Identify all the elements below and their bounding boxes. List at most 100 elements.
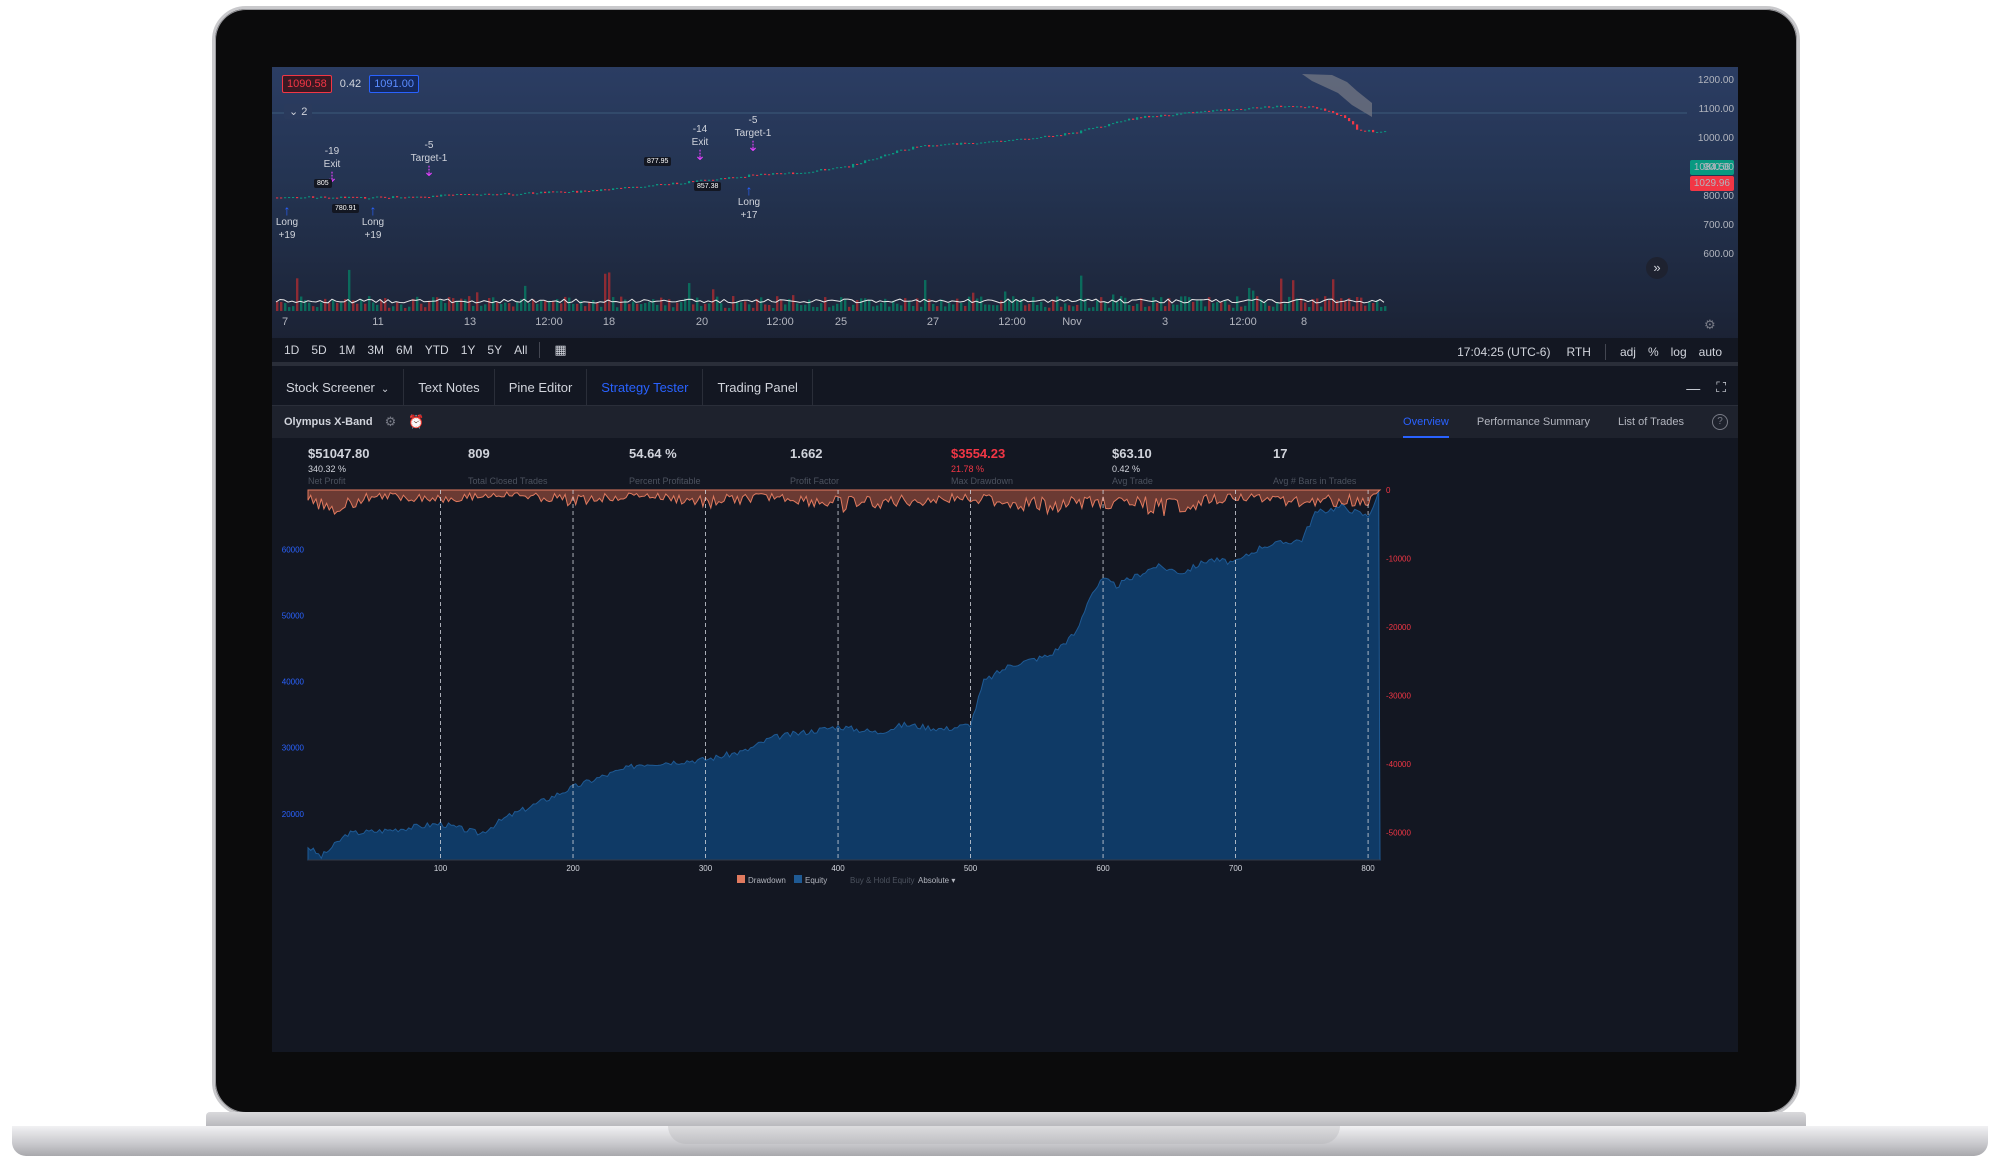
candle [420, 196, 423, 198]
session-button[interactable]: RTH [1560, 345, 1596, 359]
strategy-name[interactable]: Olympus X-Band [272, 416, 373, 428]
range-button[interactable]: 1Y [455, 343, 482, 357]
candle [372, 197, 375, 199]
panel-tab[interactable]: Stock Screener ⌄ [272, 368, 405, 406]
scale-button[interactable]: log [1665, 345, 1693, 359]
alert-clock-icon[interactable]: ⏰ [408, 414, 424, 430]
candle [564, 191, 567, 193]
candle [556, 191, 559, 193]
volume-bar [828, 307, 831, 311]
price-chart-pane[interactable]: 1090.58 0.42 1091.00 ⌄ 2 ↑ Long +19 -19 Exit… [272, 67, 1738, 343]
volume-bar [976, 298, 979, 311]
candle [304, 197, 307, 199]
candle [608, 189, 611, 191]
panel-tab[interactable]: Strategy Tester [587, 368, 704, 406]
bid-ask-box: 1090.58 0.42 1091.00 [282, 75, 419, 93]
range-button[interactable]: 5D [305, 343, 332, 357]
low-price-tag: 1029.96 [1689, 176, 1734, 191]
volume-bar [1236, 296, 1239, 311]
volume-bar [424, 307, 427, 311]
candle [1384, 131, 1387, 133]
candle [1224, 109, 1227, 111]
price-axis[interactable]: 1084.56 1029.96 1200.00 1100.00 1000.00 900… [1687, 67, 1738, 343]
candle [900, 149, 903, 151]
candle [476, 194, 479, 196]
strategy-tab[interactable]: List of Trades [1618, 406, 1684, 438]
annotation-text: -5 [748, 115, 758, 126]
equity-legend-label[interactable]: Equity [805, 876, 827, 885]
trade-annotation-sell[interactable]: -19 Exit ⇣ [324, 145, 341, 184]
volume-bar [1036, 305, 1039, 311]
absolute-mode-dropdown[interactable]: Absolute ▾ [918, 876, 955, 885]
ask-price[interactable]: 1091.00 [369, 75, 419, 93]
metric-label: Avg # Bars in Trades [1273, 476, 1357, 486]
time-axis[interactable]: 7 11 13 12:00 18 20 12:00 25 27 12:00 Nov 3 12:00 8 [272, 316, 1687, 334]
collapse-indicators-button[interactable]: ⌄ 2 [284, 104, 313, 119]
candle [772, 173, 775, 175]
candle [480, 194, 483, 196]
settings-icon[interactable]: ⚙ [385, 414, 397, 430]
drawdown-legend-swatch[interactable] [737, 875, 745, 883]
trade-annotation-sell[interactable]: -5 Target-1 ⇣ [411, 139, 448, 178]
panel-tab[interactable]: Trading Panel [703, 368, 813, 406]
scale-button[interactable]: auto [1693, 345, 1728, 359]
candle [800, 172, 803, 174]
candle [572, 190, 575, 192]
range-button[interactable]: All [508, 343, 533, 357]
candle [852, 163, 855, 168]
bid-price[interactable]: 1090.58 [282, 75, 332, 93]
candle [1160, 114, 1163, 117]
range-button[interactable]: 5Y [481, 343, 508, 357]
candle [516, 194, 519, 196]
volume-bar [776, 296, 779, 311]
volume-bar [648, 301, 651, 311]
range-button[interactable]: 1D [278, 343, 305, 357]
volume-bar [888, 306, 891, 311]
help-icon[interactable]: ? [1712, 414, 1728, 430]
candle [1032, 138, 1035, 140]
volume-bar [552, 301, 555, 311]
clock[interactable]: 17:04:25 (UTC-6) [1449, 345, 1558, 359]
range-button[interactable]: 6M [390, 343, 419, 357]
trade-annotation-sell[interactable]: -14 Exit ⇣ [692, 123, 709, 162]
trade-annotation-sell[interactable]: -5 Target-1 ⇣ [735, 114, 772, 153]
scroll-to-realtime-icon[interactable]: » [1646, 257, 1668, 279]
scale-button[interactable]: % [1642, 345, 1665, 359]
calendar-icon[interactable]: ▦ [546, 342, 574, 358]
trade-annotation-buy[interactable]: ↑ Long +19 [362, 203, 384, 242]
y-left-tick-label: 40000 [282, 678, 305, 687]
toolbar-divider [539, 342, 541, 358]
strategy-tab[interactable]: Performance Summary [1477, 406, 1590, 438]
candle [972, 143, 975, 145]
volume-bar [1300, 298, 1303, 311]
volume-bar [328, 302, 331, 311]
trade-annotation-buy[interactable]: ↑ Long +17 [738, 183, 760, 222]
panel-tab[interactable]: Text Notes [404, 368, 495, 406]
maximize-panel-icon[interactable]: ⛶ [1716, 379, 1726, 396]
candle [1152, 116, 1155, 118]
equity-legend-swatch[interactable] [794, 875, 802, 883]
range-button[interactable]: 3M [361, 343, 390, 357]
panel-tab[interactable]: Pine Editor [495, 368, 588, 406]
strategy-tab[interactable]: Overview [1403, 406, 1449, 438]
candle [760, 173, 763, 176]
candle [844, 166, 847, 168]
chart-settings-gear-icon[interactable]: ⚙ [1704, 317, 1716, 333]
candle [1016, 138, 1019, 140]
trade-annotation-buy[interactable]: ↑ Long +19 [276, 203, 298, 242]
range-button[interactable]: YTD [419, 343, 455, 357]
scale-button[interactable]: adj [1614, 345, 1642, 359]
buy-hold-legend-label[interactable]: Buy & Hold Equity [850, 876, 914, 885]
candle [520, 193, 523, 195]
volume-bar [416, 296, 419, 311]
volume-bar [1240, 306, 1243, 311]
volume-bar [428, 300, 431, 311]
metric-label: Total Closed Trades [468, 476, 548, 486]
volume-bar [356, 303, 359, 311]
price-chart-canvas[interactable] [272, 67, 1687, 343]
range-button[interactable]: 1M [333, 343, 362, 357]
volume-bar [960, 302, 963, 311]
candle [620, 187, 623, 189]
minimize-panel-icon[interactable]: — [1686, 380, 1700, 396]
drawdown-legend-label[interactable]: Drawdown [748, 876, 786, 885]
